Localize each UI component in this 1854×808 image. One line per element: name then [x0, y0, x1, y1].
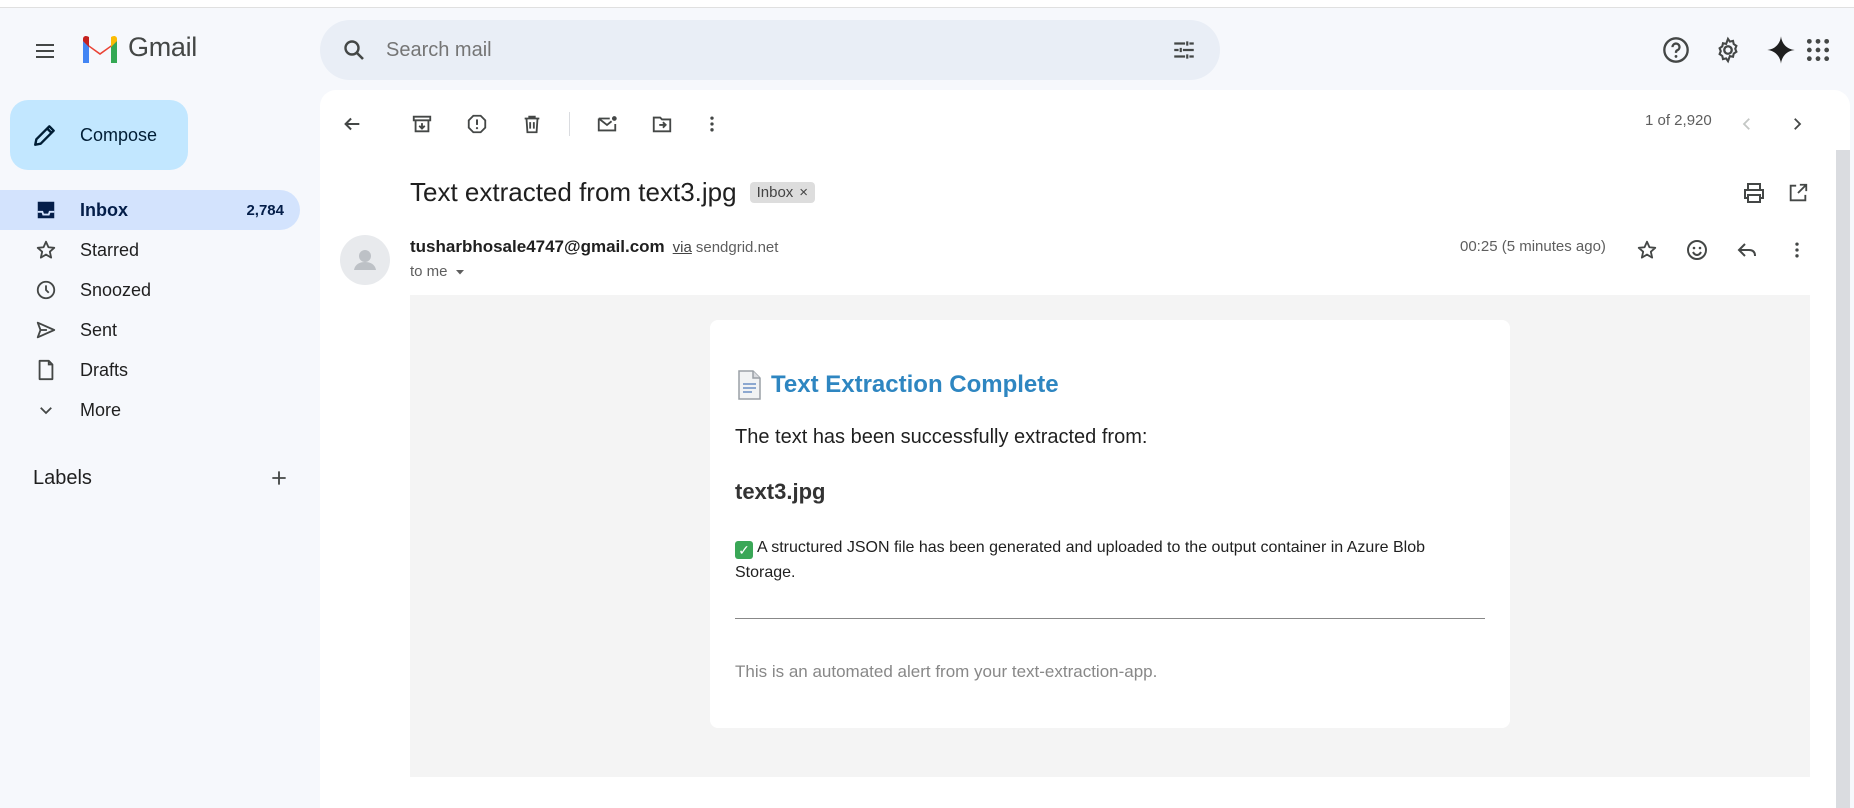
mark-unread-icon[interactable] [589, 106, 625, 142]
sidebar-item-drafts[interactable]: Drafts [0, 350, 300, 390]
sidebar-item-label: Drafts [80, 359, 129, 380]
sidebar-item-label: Inbox [80, 199, 128, 220]
divider [735, 618, 1485, 619]
labels-heading: Labels [33, 466, 92, 489]
recipient-details[interactable]: to me [410, 263, 466, 280]
email-status: ✓ A structured JSON file has been generat… [735, 535, 1485, 585]
message-timestamp: 00:25 (5 minutes ago) [1460, 238, 1606, 255]
report-spam-icon[interactable] [459, 106, 495, 142]
labels-section: Labels [33, 462, 295, 494]
check-mark-icon: ✓ [735, 541, 753, 559]
add-label-icon[interactable] [263, 462, 295, 494]
subject-text: Text extracted from text3.jpg [410, 177, 737, 207]
reply-icon[interactable] [1727, 230, 1767, 270]
email-card: Text Extraction Complete The text has be… [710, 320, 1510, 728]
search-icon[interactable] [340, 36, 368, 64]
draft-icon [34, 358, 58, 382]
sidebar-item-label: Snoozed [80, 279, 152, 300]
help-icon[interactable] [1654, 28, 1698, 72]
inbox-icon [34, 198, 58, 222]
star-icon [34, 238, 58, 262]
more-options-icon[interactable] [694, 106, 730, 142]
document-icon [738, 370, 761, 400]
inbox-label-text: Inbox [756, 184, 794, 201]
compose-label: Compose [80, 124, 158, 145]
older-chevron-right-icon[interactable] [1779, 106, 1815, 142]
app-name: Gmail [128, 32, 198, 62]
toolbar-divider [569, 112, 570, 136]
vertical-scrollbar[interactable] [1836, 150, 1850, 808]
emoji-reaction-icon[interactable] [1677, 230, 1717, 270]
search-bar[interactable] [320, 20, 1220, 80]
clock-icon [34, 278, 58, 302]
inbox-unread-count: 2,784 [246, 201, 284, 219]
sidebar-item-label: More [80, 399, 122, 420]
main-menu-button[interactable] [24, 30, 66, 72]
open-new-window-icon[interactable] [1778, 173, 1818, 213]
newer-chevron-left-icon[interactable] [1729, 106, 1765, 142]
pagination-text: 1 of 2,920 [1645, 112, 1712, 129]
hamburger-icon [36, 44, 54, 58]
email-footer: This is an automated alert from your tex… [735, 662, 1158, 681]
star-message-icon[interactable] [1627, 230, 1667, 270]
email-heading: Text Extraction Complete [735, 370, 1059, 400]
delete-trash-icon[interactable] [514, 106, 550, 142]
sidebar-item-starred[interactable]: Starred [0, 230, 300, 270]
pencil-icon [34, 125, 55, 146]
apps-grid-icon[interactable] [1796, 28, 1840, 72]
chevron-down-icon [34, 398, 58, 422]
inbox-label-chip: Inbox × [749, 182, 816, 203]
person-icon [354, 250, 376, 270]
sidebar-item-snoozed[interactable]: Snoozed [0, 270, 300, 310]
email-subject: Text extracted from text3.jpg Inbox × [410, 177, 816, 208]
recipient-text: to me [410, 263, 448, 280]
email-status-text: A structured JSON file has been generate… [735, 539, 1426, 581]
message-more-icon[interactable] [1777, 230, 1817, 270]
gmail-logo[interactable]: Gmail [80, 32, 197, 63]
via-link[interactable]: via [673, 239, 692, 256]
settings-gear-icon[interactable] [1706, 28, 1750, 72]
search-options-icon[interactable] [1168, 34, 1200, 66]
search-input[interactable] [386, 38, 1168, 62]
top-border [0, 0, 1854, 8]
remove-label-icon[interactable]: × [799, 184, 808, 201]
sidebar-item-more[interactable]: More [0, 390, 300, 430]
sidebar-nav: Inbox 2,784 Starred Snoozed Sent Drafts … [0, 190, 300, 430]
email-filename: text3.jpg [735, 479, 826, 504]
email-heading-text: Text Extraction Complete [771, 371, 1059, 398]
move-to-icon[interactable] [644, 106, 680, 142]
back-arrow-icon[interactable] [334, 106, 370, 142]
compose-button[interactable]: Compose [10, 100, 188, 170]
print-icon[interactable] [1734, 173, 1774, 213]
sidebar-item-sent[interactable]: Sent [0, 310, 300, 350]
sidebar-item-label: Starred [80, 239, 140, 260]
via-domain: sendgrid.net [695, 239, 779, 256]
gmail-m-icon [83, 35, 117, 63]
sidebar-item-inbox[interactable]: Inbox 2,784 [0, 190, 300, 230]
sender-line: tusharbhosale4747@gmail.com via sendgrid… [410, 237, 778, 257]
archive-icon[interactable] [404, 106, 440, 142]
sender-avatar[interactable] [340, 235, 390, 285]
sidebar-item-label: Sent [80, 319, 118, 340]
caret-down-icon [455, 269, 464, 274]
email-intro: The text has been successfully extracted… [735, 426, 1148, 448]
send-icon [34, 318, 58, 342]
sender-email[interactable]: tusharbhosale4747@gmail.com [410, 237, 665, 257]
